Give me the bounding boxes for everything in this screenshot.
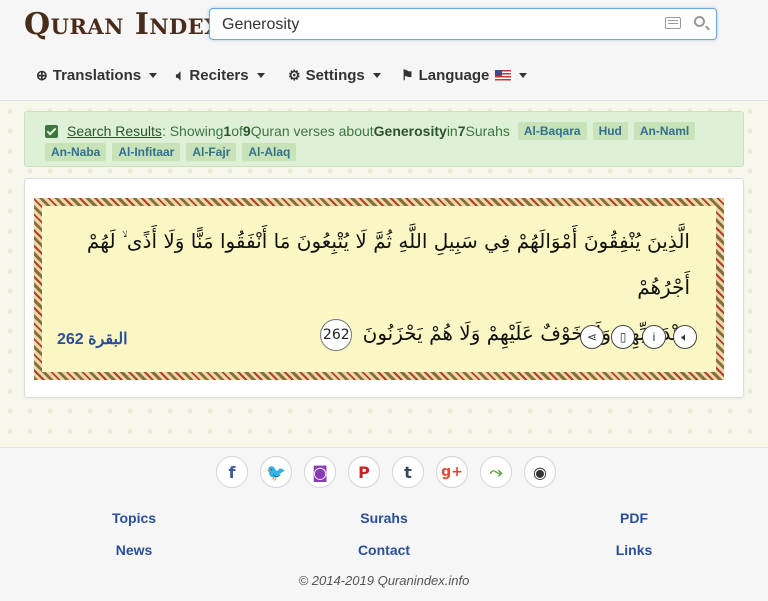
pinterest-icon[interactable]: P: [348, 456, 380, 488]
social-links: f 🐦 ◙ P t g+ ⤳ ◉: [216, 456, 556, 488]
us-flag-icon: [495, 69, 512, 81]
search-icon[interactable]: [694, 16, 705, 27]
tumblr-icon[interactable]: t: [392, 456, 424, 488]
chevron-down-icon: [519, 72, 528, 78]
speaker-icon: 🔈︎: [176, 66, 185, 83]
check-icon: [45, 124, 58, 138]
gear-icon: ⚙: [288, 66, 301, 83]
pdf-icon[interactable]: ▯: [611, 325, 635, 349]
nav-translations[interactable]: ⊕ Translations: [36, 62, 158, 88]
surah-tag[interactable]: An-Naba: [45, 143, 107, 161]
flag-icon: ⚑: [401, 66, 414, 83]
footer-link-links[interactable]: Links: [574, 542, 694, 558]
topic-name: Generosity: [373, 123, 447, 139]
footer-link-surahs[interactable]: Surahs: [324, 510, 444, 526]
footer-link-pdf[interactable]: PDF: [574, 510, 694, 526]
keyboard-icon[interactable]: [665, 17, 681, 29]
header: Quran Index✗ ⊕ Translations 🔈︎ Reciters …: [0, 0, 768, 101]
surah-tag[interactable]: Al-Alaq: [242, 143, 297, 161]
twitter-icon[interactable]: 🐦: [260, 456, 292, 488]
chevron-down-icon: [256, 72, 265, 78]
verse-line: الَّذِينَ يُنْفِقُونَ أَمْوَالَهُمْ فِي …: [86, 229, 690, 299]
surah-tag[interactable]: Al-Fajr: [186, 143, 237, 161]
surah-tag[interactable]: An-Naml: [633, 122, 696, 140]
total-count: 9: [242, 123, 251, 139]
shown-count: 1: [223, 123, 232, 139]
nav-reciters[interactable]: 🔈︎ Reciters: [176, 62, 265, 88]
ayah-number: 262: [320, 318, 353, 351]
github-icon[interactable]: ◉: [524, 456, 556, 488]
reference-number: 262: [57, 331, 84, 348]
surah-tag[interactable]: Al-Infitaar: [112, 143, 181, 161]
copyright: © 2014-2019 Quranindex.info: [298, 573, 470, 588]
surah-tag[interactable]: Hud: [592, 122, 628, 140]
chevron-down-icon: [149, 72, 158, 78]
search-results-link[interactable]: Search Results: [67, 123, 162, 139]
search-results-banner: Search Results : Showing 1 of 9 Quran ve…: [24, 111, 744, 167]
footer-link-topics[interactable]: Topics: [74, 510, 194, 526]
instagram-icon[interactable]: ◙: [304, 456, 336, 488]
facebook-icon[interactable]: f: [216, 456, 248, 488]
search-input[interactable]: [220, 13, 654, 37]
nav-language[interactable]: ⚑ Language: [401, 62, 528, 88]
verse-actions: ⋖ ▯ i 🔈︎: [580, 325, 697, 349]
search-box[interactable]: [209, 8, 717, 40]
share-icon[interactable]: ⤳: [480, 456, 512, 488]
chevron-down-icon: [372, 72, 381, 78]
surah-name: البقرة: [88, 331, 128, 348]
info-icon[interactable]: i: [642, 325, 666, 349]
surah-tag[interactable]: Al-Baqara: [517, 122, 587, 140]
footer-link-news[interactable]: News: [74, 542, 194, 558]
surah-count: 7: [457, 123, 466, 139]
verse-reference[interactable]: البقرة 262: [57, 329, 128, 349]
site-logo[interactable]: Quran Index✗: [24, 8, 240, 42]
globe-icon: ⊕: [36, 66, 48, 83]
footer-link-contact[interactable]: Contact: [324, 542, 444, 558]
share-icon[interactable]: ⋖: [580, 325, 604, 349]
nav-settings[interactable]: ⚙ Settings: [288, 62, 381, 88]
google-plus-icon[interactable]: g+: [436, 456, 468, 488]
audio-icon[interactable]: 🔈︎: [673, 325, 697, 349]
